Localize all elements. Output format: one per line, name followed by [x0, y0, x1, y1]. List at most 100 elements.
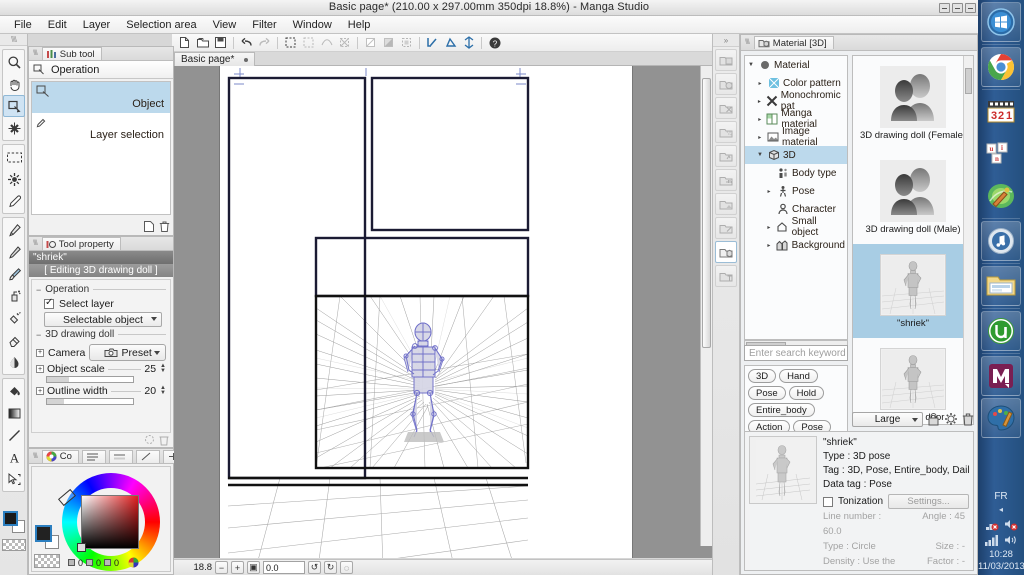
- taskbar-date[interactable]: 11/03/2013: [978, 561, 1024, 573]
- itunes-icon[interactable]: [981, 221, 1021, 261]
- delete-trash-icon[interactable]: [962, 412, 974, 426]
- document-tab-basic-page[interactable]: Basic page*: [174, 52, 256, 66]
- select-all-icon[interactable]: [282, 35, 299, 51]
- sub-tool-item-layer-selection[interactable]: Layer selection: [32, 113, 170, 144]
- twisty-collapsed-icon[interactable]: ▸: [765, 224, 773, 231]
- preset-button[interactable]: Preset: [89, 344, 166, 361]
- canvas-area[interactable]: [174, 66, 712, 558]
- settings-gear-icon[interactable]: [944, 412, 958, 426]
- menu-item-help[interactable]: Help: [340, 18, 379, 32]
- menu-item-window[interactable]: Window: [285, 18, 340, 32]
- magic-wand-tool[interactable]: [3, 168, 25, 190]
- scrollbar-thumb[interactable]: [702, 78, 711, 348]
- language-indicator[interactable]: FR: [978, 491, 1024, 502]
- twisty-collapsed-icon[interactable]: ▸: [756, 98, 763, 105]
- twisty-collapsed-icon[interactable]: ▸: [756, 80, 764, 87]
- figure-tool[interactable]: [3, 424, 25, 446]
- paint-app-icon[interactable]: [981, 176, 1021, 216]
- object-scale-slider[interactable]: [46, 376, 134, 383]
- tree-node-body-type[interactable]: Body type: [745, 164, 847, 182]
- menu-item-selection-area[interactable]: Selection area: [118, 18, 204, 32]
- color-square[interactable]: [81, 495, 139, 549]
- menu-item-filter[interactable]: Filter: [244, 18, 284, 32]
- expand-icon[interactable]: +: [36, 365, 44, 373]
- material-3d-panel-icon[interactable]: [715, 241, 737, 263]
- decoration-tool[interactable]: [3, 307, 25, 329]
- foreground-background-color-chip[interactable]: [3, 511, 25, 533]
- tonization-checkbox[interactable]: [823, 496, 833, 507]
- twisty-expanded-icon[interactable]: ▼: [756, 152, 764, 158]
- twisty-collapsed-icon[interactable]: ▸: [756, 134, 764, 141]
- rotate-left-button[interactable]: ↺: [308, 561, 321, 574]
- text-tool[interactable]: A: [3, 446, 25, 468]
- tag-hand[interactable]: Hand: [779, 369, 818, 383]
- hand-tool[interactable]: [3, 73, 25, 95]
- menu-item-view[interactable]: View: [205, 18, 245, 32]
- transparent-color-swatch[interactable]: [34, 554, 60, 568]
- undo-icon[interactable]: [238, 35, 255, 51]
- menu-item-edit[interactable]: Edit: [40, 18, 75, 32]
- object-scale-stepper[interactable]: ▲ ▼: [160, 363, 166, 374]
- invert-selection-icon[interactable]: [318, 35, 335, 51]
- new-document-icon[interactable]: [176, 35, 193, 51]
- quick-access-panel-icon[interactable]: [715, 97, 737, 119]
- deselect-icon[interactable]: [300, 35, 317, 51]
- lock-icon[interactable]: [927, 412, 940, 426]
- tab-color-slider[interactable]: [108, 449, 133, 463]
- special-ruler-icon[interactable]: [460, 35, 477, 51]
- transparent-color-swatch[interactable]: [2, 539, 26, 551]
- selectable-object-dropdown[interactable]: Selectable object: [44, 312, 162, 327]
- expand-icon[interactable]: +: [36, 387, 44, 395]
- unin-keys-icon[interactable]: uin: [981, 134, 1021, 174]
- twisty-collapsed-icon[interactable]: ▸: [756, 116, 763, 123]
- blend-tool[interactable]: [3, 351, 25, 373]
- tag-entire_body[interactable]: Entire_body: [748, 403, 815, 417]
- twisty-collapsed-icon[interactable]: ▸: [765, 242, 773, 249]
- redo-icon[interactable]: [256, 35, 273, 51]
- airbrush-tool[interactable]: [3, 285, 25, 307]
- close-button[interactable]: [965, 3, 976, 13]
- tab-sub-tool[interactable]: Sub tool: [41, 47, 102, 60]
- thumbnail-item[interactable]: 3D drawing doll (Female): [853, 56, 973, 150]
- eraser-tool[interactable]: [3, 329, 25, 351]
- twisty-collapsed-icon[interactable]: ▸: [765, 188, 773, 195]
- move-layer-tool[interactable]: [3, 117, 25, 139]
- search-input[interactable]: Enter search keyword: [744, 345, 848, 361]
- twisty-expanded-icon[interactable]: ▼: [747, 62, 755, 68]
- tray-expand-icon[interactable]: ◂: [978, 505, 1024, 514]
- operation-tool[interactable]: [3, 95, 25, 117]
- foreground-color-swatch[interactable]: [3, 511, 18, 526]
- thumbnail-scrollbar[interactable]: [963, 56, 973, 424]
- speaker-icon[interactable]: [1004, 534, 1018, 546]
- menu-item-layer[interactable]: Layer: [75, 18, 119, 32]
- menu-item-file[interactable]: File: [6, 18, 40, 32]
- selection-layer-icon[interactable]: [398, 35, 415, 51]
- brush-tool[interactable]: [3, 263, 25, 285]
- layer-property-panel-icon[interactable]: [715, 73, 737, 95]
- windows-start-icon[interactable]: [981, 2, 1021, 42]
- fit-to-screen-button[interactable]: ▣: [247, 561, 260, 574]
- maximize-button[interactable]: [952, 3, 963, 13]
- panel-grip-icon[interactable]: \\\\: [31, 50, 39, 57]
- google-chrome-icon[interactable]: [981, 47, 1021, 87]
- pose-panel-icon[interactable]: [715, 265, 737, 287]
- group-operation-label[interactable]: − Operation: [36, 284, 166, 295]
- history-panel-icon[interactable]: [715, 217, 737, 239]
- collapse-icon[interactable]: −: [36, 285, 41, 295]
- tree-node-3d[interactable]: ▼ 3D: [745, 146, 847, 164]
- rotate-right-button[interactable]: ↻: [324, 561, 337, 574]
- outline-width-stepper[interactable]: ▲ ▼: [160, 385, 166, 396]
- zoom-out-button[interactable]: −: [215, 561, 228, 574]
- tone-panel-icon[interactable]: [715, 121, 737, 143]
- open-folder-icon[interactable]: [194, 35, 211, 51]
- thumbnail-item[interactable]: "shriek": [853, 244, 973, 338]
- outline-width-slider[interactable]: [46, 398, 134, 405]
- sub-tool-header[interactable]: Operation: [29, 61, 173, 79]
- reset-rotation-button[interactable]: ◌: [340, 561, 353, 574]
- tree-node-image-material[interactable]: ▸ Image material: [745, 126, 847, 148]
- animation-panel-icon[interactable]: [715, 169, 737, 191]
- select-layer-checkbox[interactable]: [44, 297, 54, 309]
- select-layer-row[interactable]: Select layer: [44, 297, 166, 310]
- tree-node-background[interactable]: ▸ Background: [745, 236, 847, 254]
- tag-hold[interactable]: Hold: [788, 386, 825, 400]
